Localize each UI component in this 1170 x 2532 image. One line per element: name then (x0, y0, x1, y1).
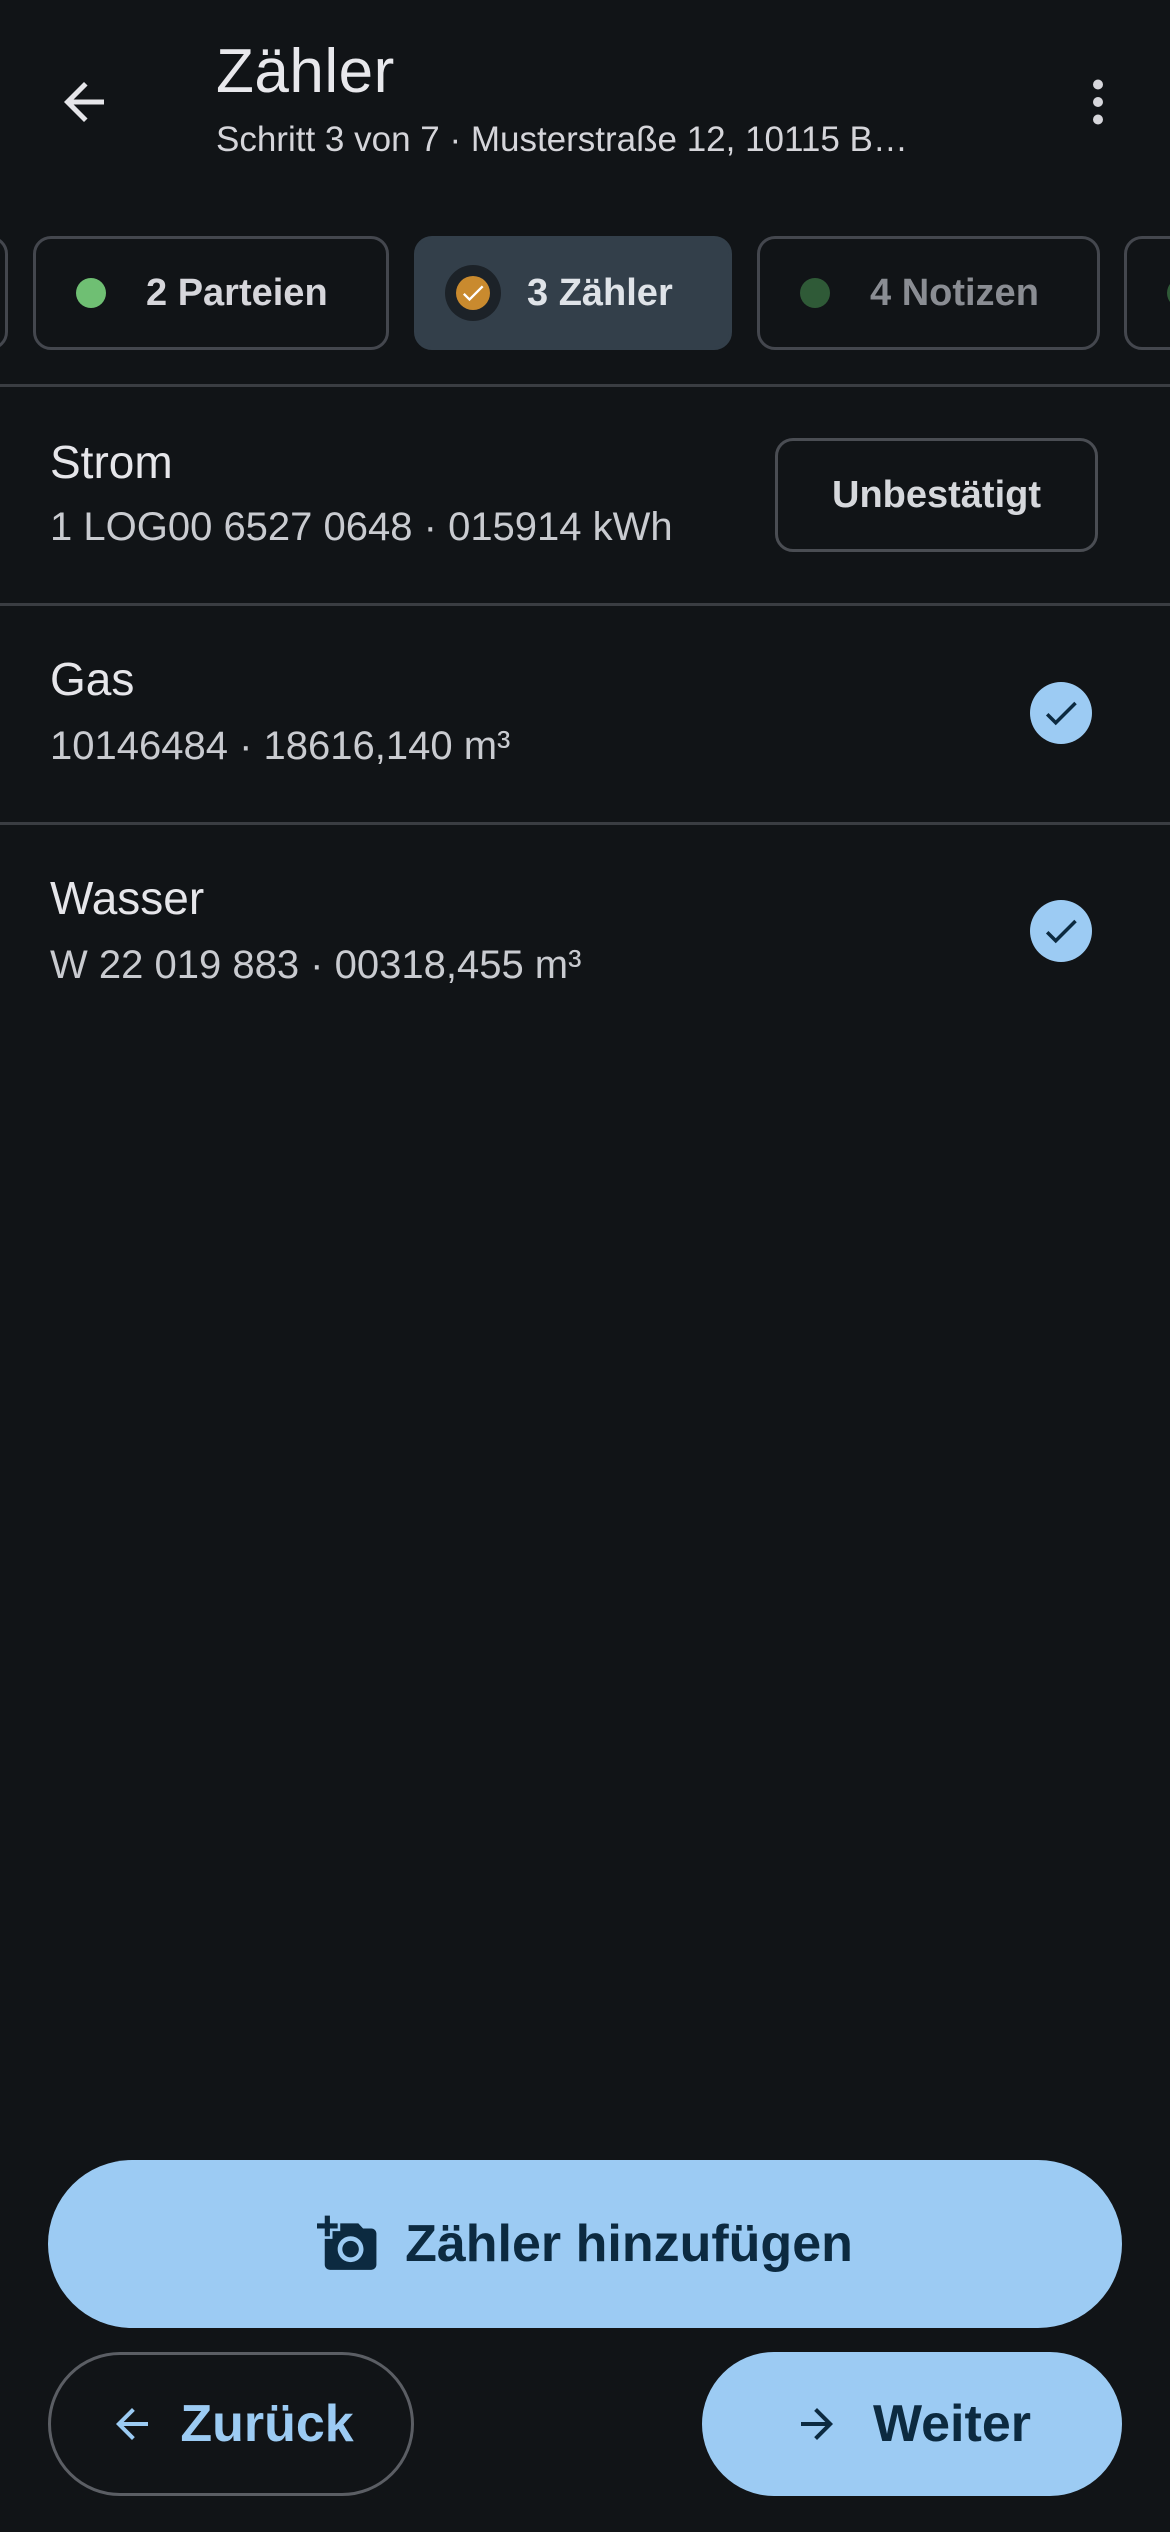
upcoming-dot-icon (800, 278, 830, 308)
next-step-label: Weiter (873, 2395, 1031, 2453)
arrow-right-icon (801, 2408, 833, 2440)
meter-detail: 1 LOG00 6527 0648 · 015914 kWh (50, 505, 673, 549)
back-step-label: Zurück (180, 2395, 354, 2453)
more-options-button[interactable] (1048, 52, 1148, 152)
top-app-bar: Zähler Schritt 3 von 7 · Musterstraße 12… (0, 0, 1170, 200)
page-title: Zähler (216, 37, 395, 106)
step-chip-next[interactable] (1124, 236, 1170, 350)
meter-name: Strom (50, 436, 173, 488)
back-step-button[interactable]: Zurück (48, 2352, 414, 2496)
step-chips: 2 Parteien 3 Zähler 4 Notizen (0, 236, 1170, 350)
page-subtitle: Schritt 3 von 7 · Musterstraße 12, 10115… (216, 120, 908, 159)
complete-dot-icon (76, 278, 106, 308)
unconfirmed-button[interactable]: Unbestätigt (775, 438, 1098, 552)
meters-screen: Zähler Schritt 3 von 7 · Musterstraße 12… (0, 0, 1170, 2532)
step-chip-label: 2 Parteien (146, 271, 328, 314)
meter-name: Wasser (50, 872, 205, 924)
next-step-button[interactable]: Weiter (702, 2352, 1122, 2496)
step-chip-label: 4 Notizen (870, 271, 1039, 314)
add-meter-button[interactable]: Zähler hinzufügen (48, 2160, 1122, 2328)
meter-row-wasser[interactable]: Wasser W 22 019 883 · 00318,455 m³ (0, 825, 1170, 1041)
confirmed-check-icon (1030, 682, 1092, 744)
meter-name: Gas (50, 653, 135, 705)
arrow-left-icon (116, 2408, 149, 2440)
current-step-badge (445, 265, 501, 321)
more-vert-icon (1093, 79, 1103, 125)
step-chip-parteien[interactable]: 2 Parteien (33, 236, 389, 350)
add-meter-label: Zähler hinzufügen (405, 2215, 853, 2273)
back-button[interactable] (34, 52, 134, 152)
check-icon (456, 276, 490, 310)
step-chip-notizen[interactable]: 4 Notizen (757, 236, 1100, 350)
step-chip-label: 3 Zähler (527, 271, 673, 314)
meter-detail: W 22 019 883 · 00318,455 m³ (50, 943, 582, 987)
meter-row-gas[interactable]: Gas 10146484 · 18616,140 m³ (0, 606, 1170, 822)
confirmed-check-icon (1030, 900, 1092, 962)
step-chip-previous[interactable] (0, 236, 8, 350)
meter-detail: 10146484 · 18616,140 m³ (50, 724, 511, 768)
step-chip-zaehler[interactable]: 3 Zähler (414, 236, 732, 350)
add-camera-icon (317, 2215, 377, 2270)
arrow-left-icon (64, 82, 104, 122)
